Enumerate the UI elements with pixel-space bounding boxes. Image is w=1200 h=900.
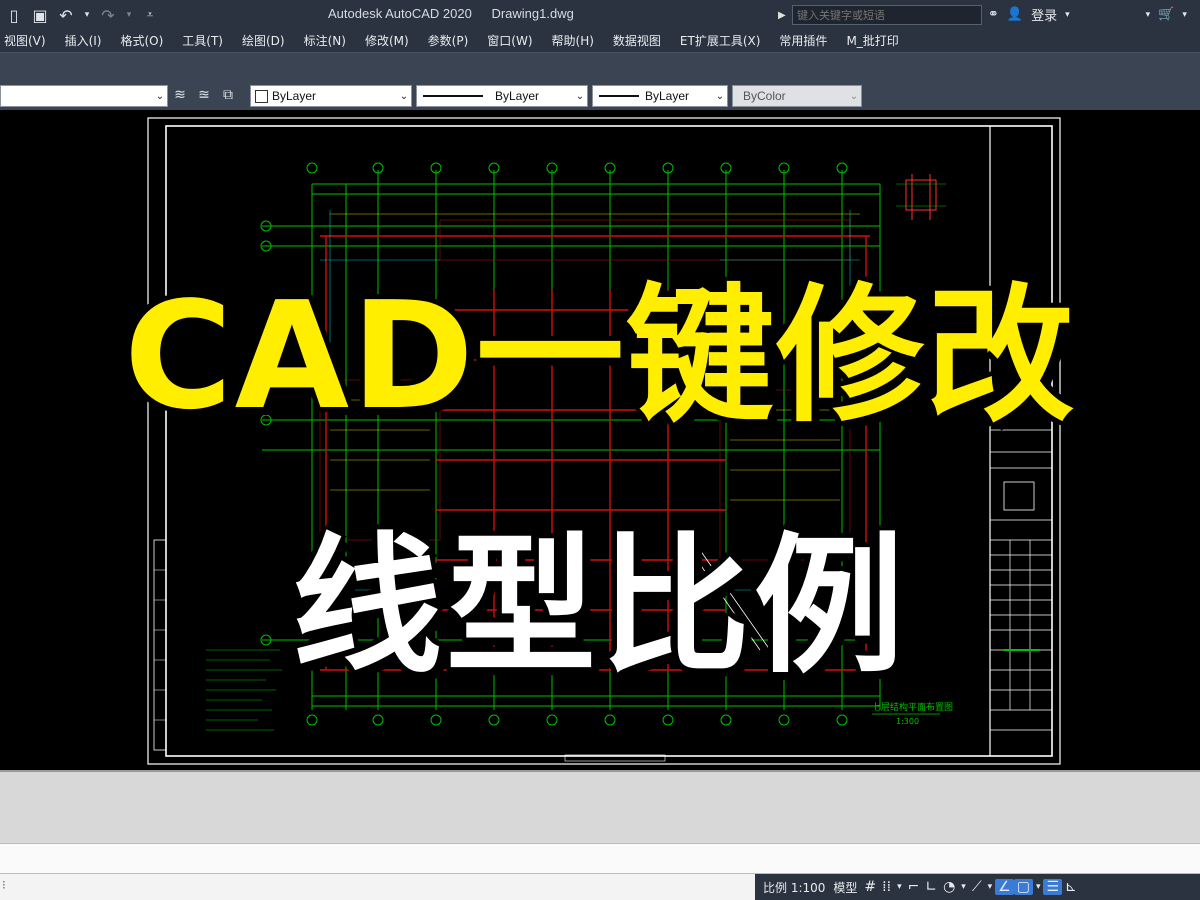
status-tools: 比例 1:100 模型 # ⁞⁞ ▾ ⌐ ∟ ◔ ▾ ⟋ ▾ ∠ ▢ ▾ ☰ ⊾ [755, 873, 1200, 900]
user-icon[interactable]: 👤 [1007, 7, 1023, 22]
lineweight-value: ByLayer [645, 89, 690, 103]
login-button[interactable]: 登录 [1031, 5, 1057, 24]
menu-insert[interactable]: 插入(I) [56, 30, 112, 52]
undo-icon[interactable]: ↶ [56, 5, 76, 25]
file-title: Drawing1.dwg [491, 6, 574, 21]
cart-dropdown-icon[interactable]: ▾ [1182, 10, 1187, 20]
menu-bar: 视图(V) 插入(I) 格式(O) 工具(T) 绘图(D) 标注(N) 修改(M… [0, 30, 1200, 52]
status-left: ⁝ [0, 873, 755, 900]
chevron-down-icon: ⌄ [399, 90, 409, 102]
infer-constraints-icon[interactable]: ⌐ [905, 879, 923, 895]
object-snap-icon[interactable]: ▢ [1013, 879, 1033, 895]
polar-dropdown-icon[interactable]: ▾ [958, 882, 969, 892]
headline-primary: CAD一键修改 [123, 270, 1076, 442]
search-box: ▶ [778, 5, 982, 25]
app-title: Autodesk AutoCAD 2020 [328, 6, 472, 21]
lineweight-sample [599, 95, 639, 97]
menu-help[interactable]: 帮助(H) [543, 30, 604, 52]
layer-match-icon[interactable]: ≋ [170, 87, 190, 105]
linetype-combo[interactable]: ByLayer ⌄ [416, 85, 588, 107]
transparency-icon[interactable]: ⊾ [1062, 879, 1080, 895]
expand-arrow-icon[interactable]: ▶ [778, 10, 792, 21]
color-swatch [255, 89, 268, 103]
menu-tools[interactable]: 工具(T) [173, 30, 233, 52]
menu-dimension[interactable]: 标注(N) [295, 30, 356, 52]
customize-dropdown-icon[interactable]: ⩡ [140, 5, 160, 25]
isodraft-dropdown-icon[interactable]: ▾ [985, 882, 996, 892]
snap-icon[interactable]: ⁞⁞ [879, 879, 894, 895]
color-value: ByLayer [272, 89, 317, 103]
object-snap-tracking-icon[interactable]: ∠ [995, 879, 1014, 895]
binoculars-icon[interactable]: ⚭ [988, 7, 999, 22]
menu-express-tools[interactable]: ET扩展工具(X) [671, 30, 771, 52]
headline-secondary: 线型比例 [291, 520, 908, 694]
new-file-icon[interactable]: ▯ [4, 5, 24, 25]
menu-data-view[interactable]: 数据视图 [604, 30, 671, 52]
chevron-down-icon: ⌄ [715, 90, 725, 102]
isodraft-icon[interactable]: ⟋ [969, 879, 985, 895]
color-combo[interactable]: ByLayer ⌄ [250, 85, 412, 107]
ribbon-strip [0, 52, 1200, 82]
layer-previous-icon[interactable]: ≊ [194, 87, 214, 105]
menu-draw[interactable]: 绘图(D) [233, 30, 295, 52]
cart-icon[interactable]: 🛒 [1158, 7, 1174, 22]
quick-access-toolbar: ▯ ▣ ↶ ▾ ↷ ▾ ⩡ [0, 0, 160, 30]
menu-format[interactable]: 格式(O) [111, 30, 173, 52]
login-dropdown-icon[interactable]: ▾ [1065, 10, 1070, 20]
redo-icon[interactable]: ↷ [98, 5, 118, 25]
title-bar: ▯ ▣ ↶ ▾ ↷ ▾ ⩡ Autodesk AutoCAD 2020 Draw… [0, 0, 1200, 30]
command-history[interactable] [0, 770, 1200, 843]
command-line-input[interactable] [0, 843, 1200, 873]
status-bar: ⁝ 比例 1:100 模型 # ⁞⁞ ▾ ⌐ ∟ ◔ ▾ ⟋ ▾ ∠ ▢ ▾ ☰… [0, 873, 1200, 900]
sheet-scale: 1:300 [896, 717, 919, 726]
exchange-dropdown-icon[interactable]: ▾ [1146, 10, 1151, 20]
chevron-down-icon: ⌄ [849, 90, 859, 102]
chevron-down-icon: ⌄ [575, 90, 585, 102]
menu-modify[interactable]: 修改(M) [356, 30, 419, 52]
menu-window[interactable]: 窗口(W) [478, 30, 542, 52]
chevron-down-icon: ⌄ [155, 90, 165, 102]
sheet-title: 七层结构平面布置图 [872, 701, 953, 713]
plotstyle-value: ByColor [743, 89, 786, 103]
grid-icon[interactable]: # [861, 879, 879, 895]
menu-parametric[interactable]: 参数(P) [419, 30, 479, 52]
model-space-button[interactable]: 模型 [829, 879, 861, 896]
layer-combo[interactable]: ⌄ [0, 85, 168, 107]
lineweight-icon[interactable]: ☰ [1043, 879, 1063, 895]
linetype-value: ByLayer [495, 89, 540, 103]
title-right-tools: ⚭ 👤 登录 ▾ ▾ 🛒 ▾ [988, 5, 1187, 24]
object-snap-dropdown-icon[interactable]: ▾ [1033, 882, 1044, 892]
properties-toolbar: ⌄ ≋ ≊ ⧉ ByLayer ⌄ ByLayer ⌄ ByLayer ⌄ By… [0, 82, 1200, 110]
layer-state-icon[interactable]: ⧉ [218, 87, 238, 105]
lineweight-combo[interactable]: ByLayer ⌄ [592, 85, 728, 107]
resize-grip-icon: ⁝ [2, 877, 6, 892]
undo-dropdown-icon[interactable]: ▾ [82, 5, 92, 25]
redo-dropdown-icon[interactable]: ▾ [124, 5, 134, 25]
linetype-sample [423, 95, 483, 97]
search-input[interactable] [792, 5, 982, 25]
menu-view[interactable]: 视图(V) [0, 30, 56, 52]
snap-dropdown-icon[interactable]: ▾ [894, 882, 905, 892]
menu-plugins[interactable]: 常用插件 [770, 30, 837, 52]
polar-tracking-icon[interactable]: ◔ [940, 879, 958, 895]
window-title: Autodesk AutoCAD 2020 Drawing1.dwg [328, 6, 590, 21]
plotstyle-combo[interactable]: ByColor ⌄ [732, 85, 862, 107]
menu-batch-plot[interactable]: M_批打印 [837, 30, 908, 52]
save-icon[interactable]: ▣ [30, 5, 50, 25]
ortho-icon[interactable]: ∟ [922, 879, 940, 895]
annotation-scale[interactable]: 比例 1:100 [759, 879, 829, 896]
